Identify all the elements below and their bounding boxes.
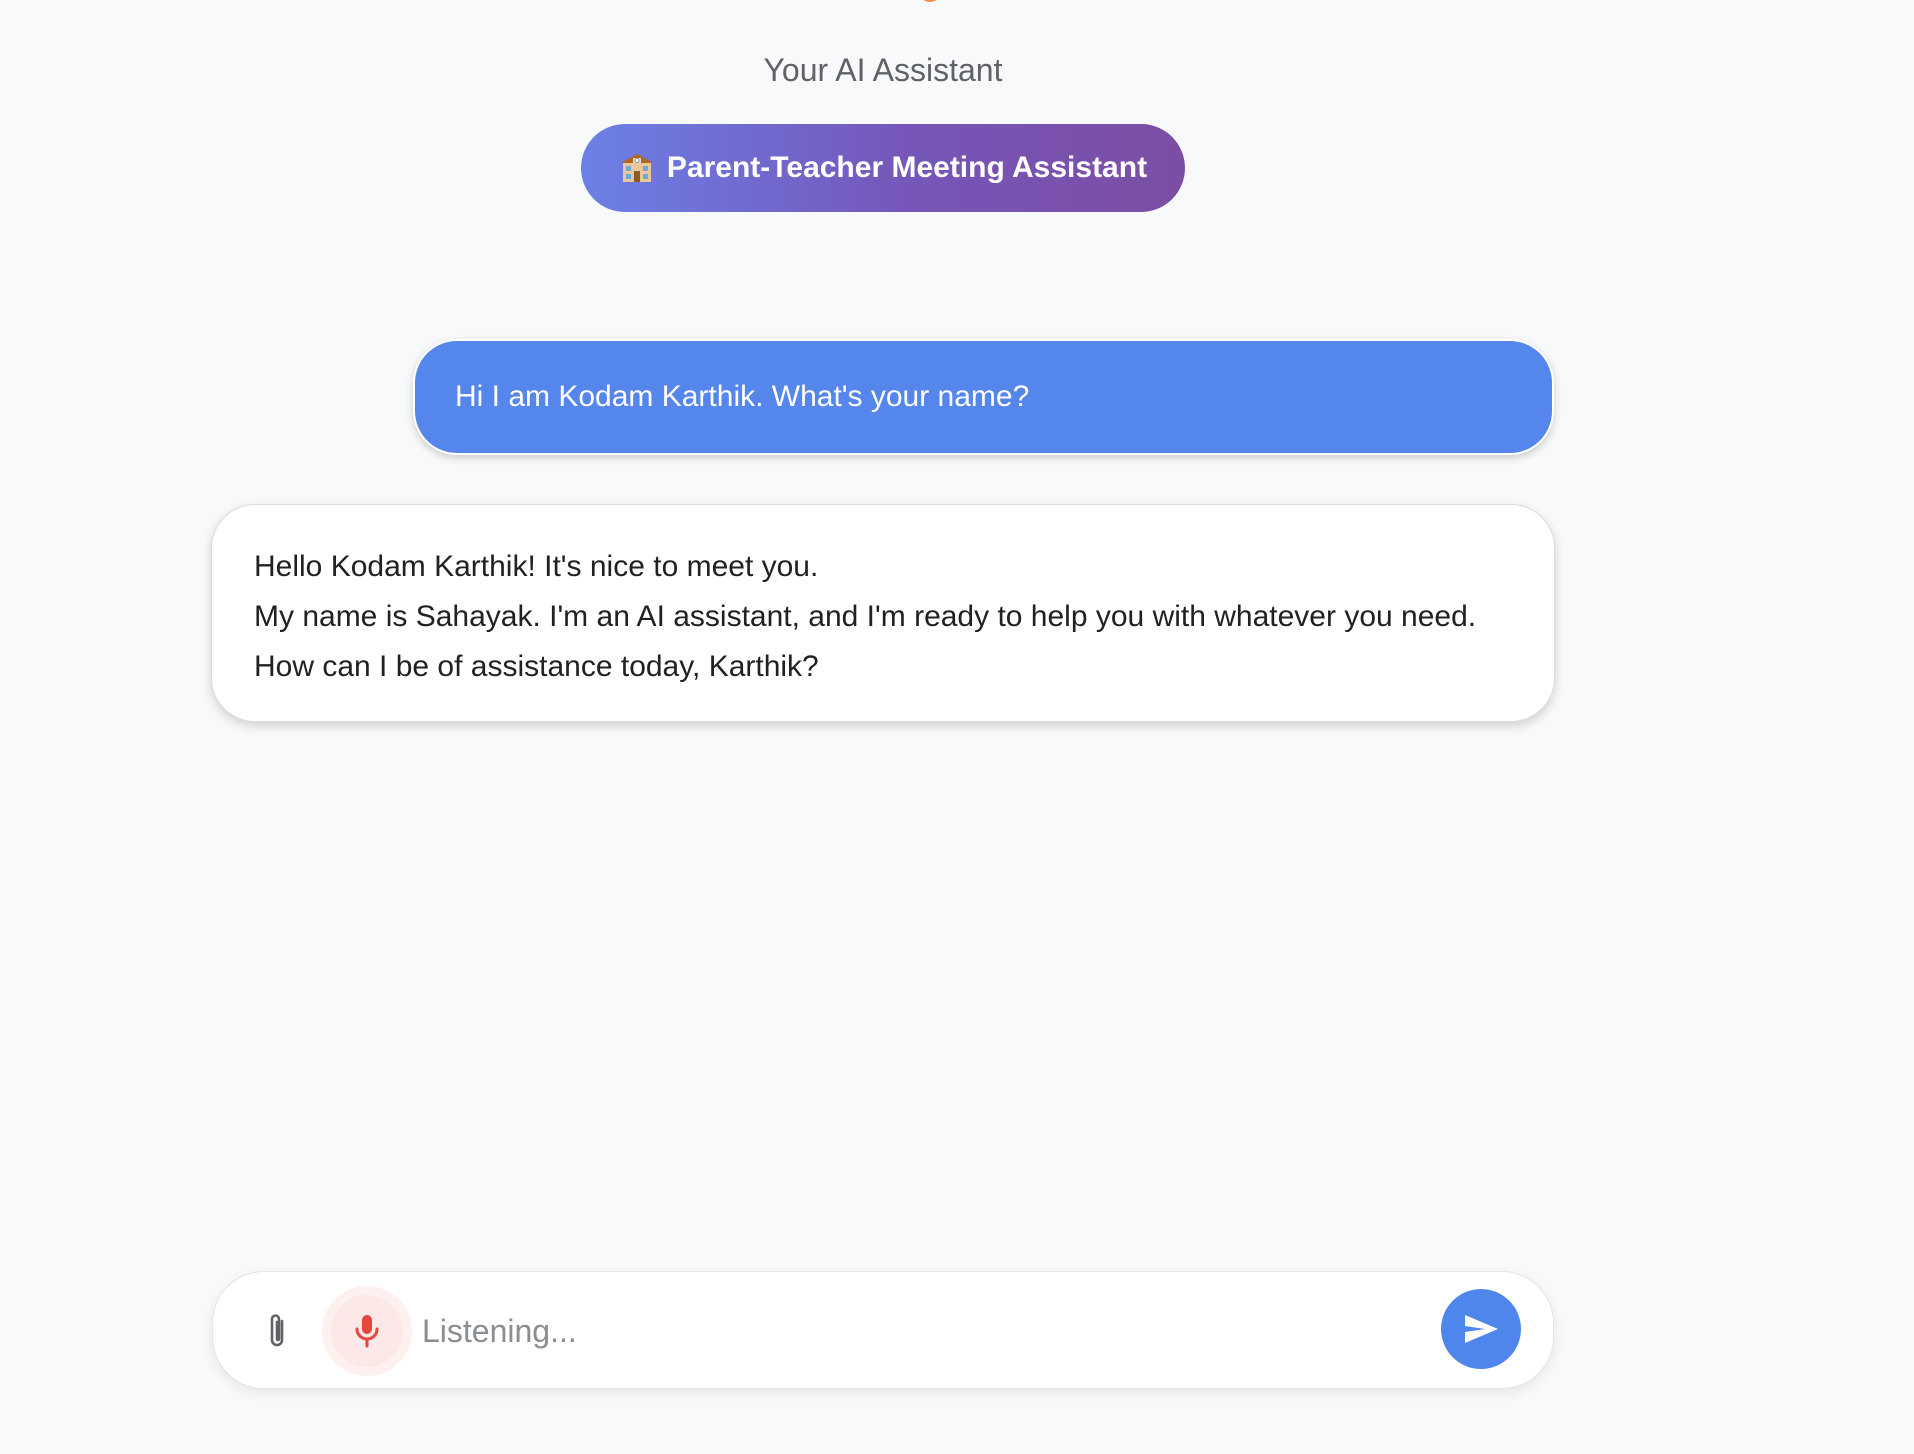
user-message-bubble: Hi I am Kodam Karthik. What's your name?: [413, 339, 1554, 455]
mic-button[interactable]: [331, 1295, 403, 1367]
assistant-message-line: Hello Kodam Karthik! It's nice to meet y…: [254, 550, 819, 583]
assistant-mode-badge[interactable]: Parent-Teacher Meeting Assistant: [581, 124, 1185, 212]
page-subtitle: Your AI Assistant: [763, 52, 1003, 88]
message-input[interactable]: [420, 1300, 1424, 1362]
send-icon: [1465, 1315, 1498, 1343]
assistant-message-line: My name is Sahayak. I'm an AI assistant,…: [254, 600, 1477, 683]
user-message-text: Hi I am Kodam Karthik. What's your name?: [455, 380, 1030, 413]
paperclip-icon: [270, 1314, 284, 1347]
app-logo: [919, 0, 941, 2]
attach-button[interactable]: [257, 1310, 297, 1352]
assistant-mode-label: Parent-Teacher Meeting Assistant: [666, 151, 1148, 184]
chat-page: Your AI Assistant Parent-Teacher Meeting…: [0, 0, 1914, 1454]
school-building-icon: [619, 153, 655, 183]
message-composer: [212, 1271, 1554, 1389]
send-button[interactable]: [1441, 1289, 1521, 1369]
microphone-icon: [355, 1315, 379, 1348]
mic-listening-indicator: [322, 1286, 412, 1376]
assistant-message-bubble: Hello Kodam Karthik! It's nice to meet y…: [211, 504, 1555, 722]
